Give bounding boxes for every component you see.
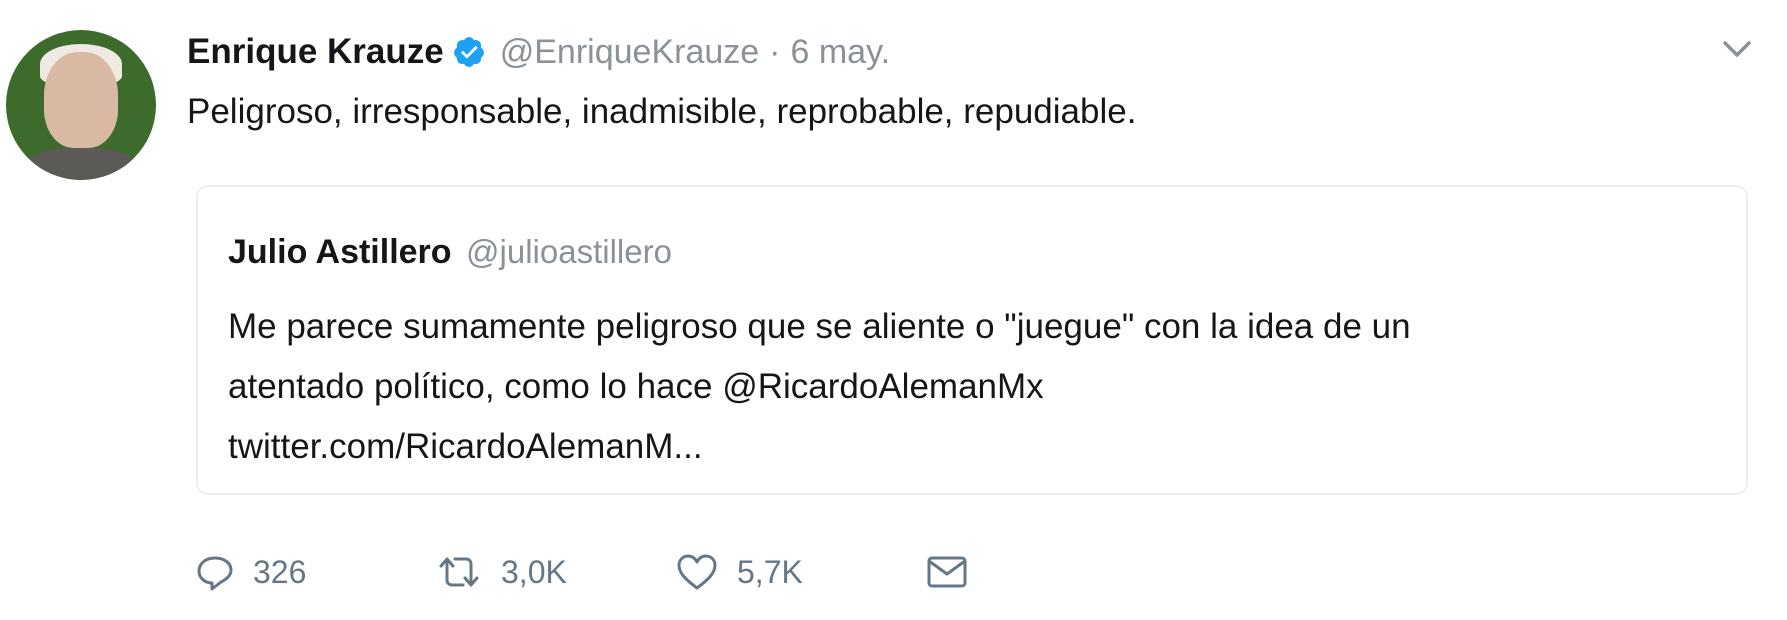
retweet-count: 3,0K xyxy=(501,553,567,590)
avatar[interactable] xyxy=(6,30,156,180)
tweet-actions: 326 3,0K 5,7K xyxy=(195,552,969,592)
direct-message-icon xyxy=(925,552,969,592)
quoted-tweet-header: Julio Astillero @julioastillero xyxy=(228,233,672,272)
heart-icon xyxy=(675,552,719,592)
author-handle[interactable]: @EnriqueKrauze xyxy=(500,33,759,72)
quoted-text-line: atentado político, como lo hace @Ricardo… xyxy=(228,367,1044,406)
avatar-shirt xyxy=(24,148,138,180)
like-button[interactable]: 5,7K xyxy=(675,552,925,592)
reply-button[interactable]: 326 xyxy=(195,552,435,592)
retweet-button[interactable]: 3,0K xyxy=(435,552,675,592)
quoted-text-line: Me parece sumamente peligroso que se ali… xyxy=(228,307,1411,346)
like-count: 5,7K xyxy=(737,553,803,590)
direct-message-button[interactable] xyxy=(925,552,969,592)
quoted-tweet-text: Me parece sumamente peligroso que se ali… xyxy=(228,297,1728,477)
reply-count: 326 xyxy=(253,553,307,590)
retweet-icon xyxy=(435,552,483,592)
avatar-face xyxy=(44,52,118,148)
quoted-author-name: Julio Astillero xyxy=(228,233,452,271)
chevron-down-icon[interactable] xyxy=(1717,34,1757,64)
quoted-author-handle: @julioastillero xyxy=(466,233,672,270)
quoted-text-line: twitter.com/RicardoAlemanM... xyxy=(228,427,703,466)
tweet-header: Enrique Krauze @EnriqueKrauze · 6 may. xyxy=(187,28,890,76)
tweet[interactable]: Enrique Krauze @EnriqueKrauze · 6 may. P… xyxy=(0,0,1787,620)
quoted-tweet-card[interactable]: Julio Astillero @julioastillero Me parec… xyxy=(196,185,1748,495)
reply-icon xyxy=(195,552,235,592)
tweet-text: Peligroso, irresponsable, inadmisible, r… xyxy=(187,92,1137,131)
tweet-timestamp[interactable]: 6 may. xyxy=(791,33,891,72)
verified-badge-icon xyxy=(452,35,486,69)
author-name[interactable]: Enrique Krauze xyxy=(187,32,444,72)
separator-dot: · xyxy=(769,32,781,71)
